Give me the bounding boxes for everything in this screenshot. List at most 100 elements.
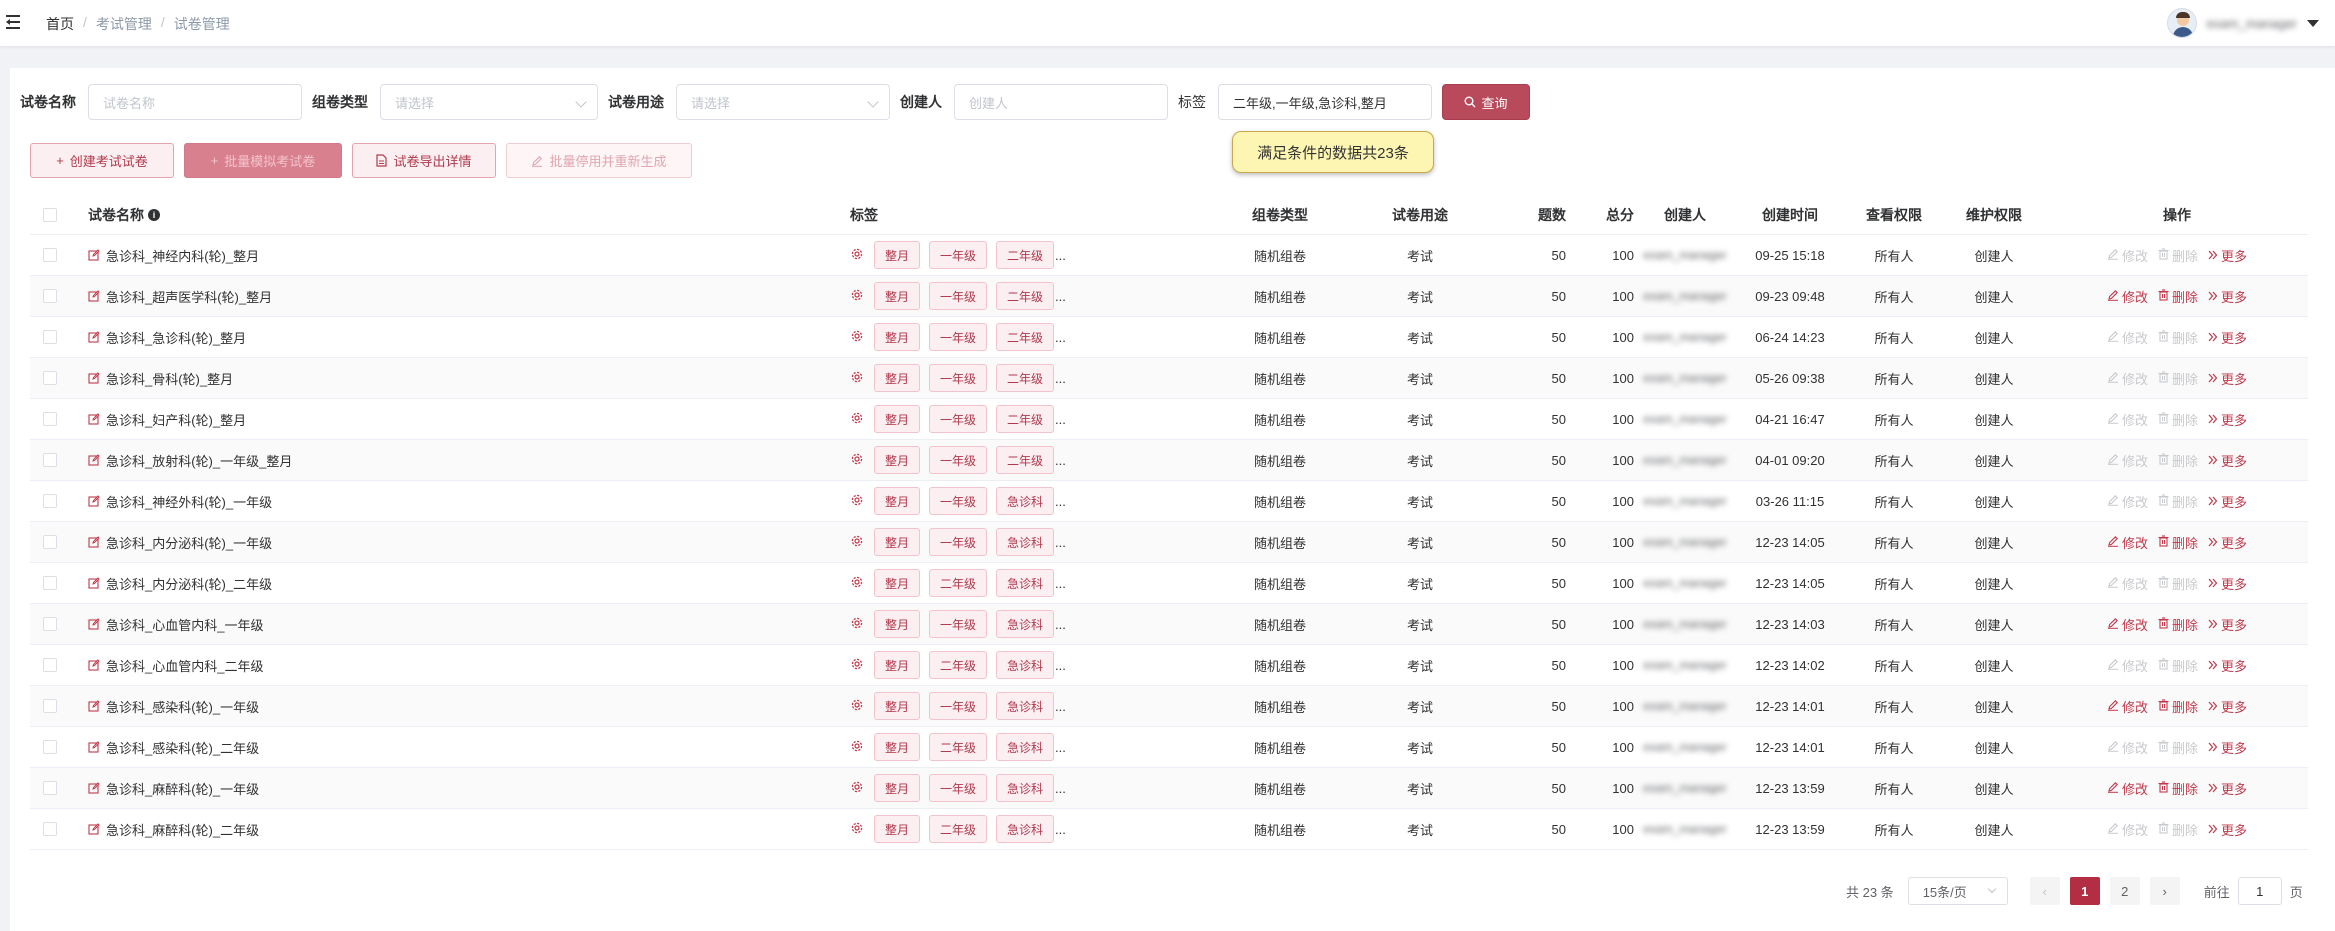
hamburger-icon[interactable] (6, 13, 24, 31)
table-row[interactable]: 急诊科_感染科(轮)_二年级 整月 二年级 急诊科 ... 随机组卷 考试 50… (30, 727, 2308, 768)
more-button[interactable]: 更多 (2208, 328, 2247, 347)
edit-button[interactable]: 修改 (2107, 287, 2148, 306)
table-row[interactable]: 急诊科_内分泌科(轮)_一年级 整月 一年级 急诊科 ... 随机组卷 考试 5… (30, 522, 2308, 563)
gear-icon[interactable] (850, 575, 866, 591)
compose-type-select[interactable]: 请选择 (380, 84, 598, 120)
username[interactable]: exam_manager (2207, 16, 2297, 31)
more-button[interactable]: 更多 (2208, 697, 2247, 716)
table-row[interactable]: 急诊科_神经外科(轮)_一年级 整月 一年级 急诊科 ... 随机组卷 考试 5… (30, 481, 2308, 522)
table-row[interactable]: 急诊科_神经内科(轮)_整月 整月 一年级 二年级 ... 随机组卷 考试 50… (30, 235, 2308, 276)
edit-button[interactable]: 修改 (2107, 615, 2148, 634)
more-button[interactable]: 更多 (2208, 820, 2247, 839)
gear-icon[interactable] (850, 411, 866, 427)
edit-button[interactable]: 修改 (2107, 738, 2148, 757)
delete-button[interactable]: 删除 (2158, 656, 2198, 675)
delete-button[interactable]: 删除 (2158, 779, 2198, 798)
more-button[interactable]: 更多 (2208, 492, 2247, 511)
paper-name[interactable]: 急诊科_感染科(轮)_一年级 (106, 697, 259, 716)
next-page-button[interactable]: › (2149, 877, 2180, 905)
edit-paper-icon[interactable] (88, 248, 101, 262)
delete-button[interactable]: 删除 (2158, 738, 2198, 757)
edit-paper-icon[interactable] (88, 412, 101, 426)
paper-name[interactable]: 急诊科_妇产科(轮)_整月 (106, 410, 246, 429)
row-checkbox[interactable] (43, 576, 57, 590)
gear-icon[interactable] (850, 821, 866, 837)
table-row[interactable]: 急诊科_妇产科(轮)_整月 整月 一年级 二年级 ... 随机组卷 考试 50 … (30, 399, 2308, 440)
gear-icon[interactable] (850, 739, 866, 755)
paper-name[interactable]: 急诊科_神经外科(轮)_一年级 (106, 492, 272, 511)
gear-icon[interactable] (850, 780, 866, 796)
gear-icon[interactable] (850, 288, 866, 304)
paper-name[interactable]: 急诊科_内分泌科(轮)_一年级 (106, 533, 272, 552)
row-checkbox[interactable] (43, 699, 57, 713)
edit-paper-icon[interactable] (88, 699, 101, 713)
paper-name[interactable]: 急诊科_急诊科(轮)_整月 (106, 328, 246, 347)
row-checkbox[interactable] (43, 822, 57, 836)
delete-button[interactable]: 删除 (2158, 369, 2198, 388)
row-checkbox[interactable] (43, 412, 57, 426)
table-row[interactable]: 急诊科_超声医学科(轮)_整月 整月 一年级 二年级 ... 随机组卷 考试 5… (30, 276, 2308, 317)
row-checkbox[interactable] (43, 289, 57, 303)
info-icon[interactable]: i (148, 208, 160, 221)
edit-paper-icon[interactable] (88, 740, 101, 754)
more-button[interactable]: 更多 (2208, 410, 2247, 429)
caret-down-icon[interactable] (2307, 19, 2319, 27)
edit-button[interactable]: 修改 (2107, 451, 2148, 470)
page-1-button[interactable]: 1 (2069, 877, 2100, 905)
create-mock-paper-button[interactable]: + 批量模拟考试卷 (184, 143, 342, 178)
edit-button[interactable]: 修改 (2107, 492, 2148, 511)
more-button[interactable]: 更多 (2208, 779, 2247, 798)
row-checkbox[interactable] (43, 617, 57, 631)
more-button[interactable]: 更多 (2208, 287, 2247, 306)
paper-name[interactable]: 急诊科_超声医学科(轮)_整月 (106, 287, 272, 306)
tag-input[interactable]: 二年级,一年级,急诊科,整月 (1218, 84, 1432, 120)
paper-name[interactable]: 急诊科_感染科(轮)_二年级 (106, 738, 259, 757)
paper-name[interactable]: 急诊科_心血管内科_一年级 (106, 615, 263, 634)
row-checkbox[interactable] (43, 494, 57, 508)
delete-button[interactable]: 删除 (2158, 697, 2198, 716)
user-menu[interactable]: exam_manager (2166, 8, 2319, 38)
delete-button[interactable]: 删除 (2158, 246, 2198, 265)
gear-icon[interactable] (850, 616, 866, 632)
prev-page-button[interactable]: ‹ (2029, 877, 2060, 905)
row-checkbox[interactable] (43, 453, 57, 467)
table-row[interactable]: 急诊科_急诊科(轮)_整月 整月 一年级 二年级 ... 随机组卷 考试 50 … (30, 317, 2308, 358)
paper-name-input[interactable]: 试卷名称 (88, 84, 302, 120)
edit-paper-icon[interactable] (88, 658, 101, 672)
more-button[interactable]: 更多 (2208, 574, 2247, 593)
more-button[interactable]: 更多 (2208, 615, 2247, 634)
edit-paper-icon[interactable] (88, 822, 101, 836)
delete-button[interactable]: 删除 (2158, 451, 2198, 470)
table-row[interactable]: 急诊科_放射科(轮)_一年级_整月 整月 一年级 二年级 ... 随机组卷 考试… (30, 440, 2308, 481)
row-checkbox[interactable] (43, 371, 57, 385)
more-button[interactable]: 更多 (2208, 533, 2247, 552)
avatar[interactable] (2166, 8, 2197, 38)
edit-button[interactable]: 修改 (2107, 410, 2148, 429)
gear-icon[interactable] (850, 247, 866, 263)
edit-paper-icon[interactable] (88, 535, 101, 549)
gear-icon[interactable] (850, 698, 866, 714)
table-row[interactable]: 急诊科_感染科(轮)_一年级 整月 一年级 急诊科 ... 随机组卷 考试 50… (30, 686, 2308, 727)
table-row[interactable]: 急诊科_心血管内科_二年级 整月 二年级 急诊科 ... 随机组卷 考试 50 … (30, 645, 2308, 686)
edit-paper-icon[interactable] (88, 617, 101, 631)
paper-name[interactable]: 急诊科_放射科(轮)_一年级_整月 (106, 451, 292, 470)
query-button[interactable]: 查询 (1442, 84, 1530, 120)
paper-name[interactable]: 急诊科_心血管内科_二年级 (106, 656, 263, 675)
select-all-checkbox[interactable] (43, 207, 57, 222)
more-button[interactable]: 更多 (2208, 656, 2247, 675)
batch-disable-button[interactable]: 批量停用并重新生成 (506, 143, 692, 178)
gear-icon[interactable] (850, 370, 866, 386)
page-2-button[interactable]: 2 (2109, 877, 2140, 905)
edit-button[interactable]: 修改 (2107, 328, 2148, 347)
table-row[interactable]: 急诊科_心血管内科_一年级 整月 一年级 急诊科 ... 随机组卷 考试 50 … (30, 604, 2308, 645)
page-size-select[interactable]: 15条/页 (1907, 877, 2008, 905)
gear-icon[interactable] (850, 493, 866, 509)
gear-icon[interactable] (850, 329, 866, 345)
paper-name[interactable]: 急诊科_内分泌科(轮)_二年级 (106, 574, 272, 593)
edit-paper-icon[interactable] (88, 576, 101, 590)
more-button[interactable]: 更多 (2208, 369, 2247, 388)
export-details-button[interactable]: 试卷导出详情 (352, 143, 496, 178)
row-checkbox[interactable] (43, 248, 57, 262)
gear-icon[interactable] (850, 657, 866, 673)
paper-name[interactable]: 急诊科_神经内科(轮)_整月 (106, 246, 259, 265)
